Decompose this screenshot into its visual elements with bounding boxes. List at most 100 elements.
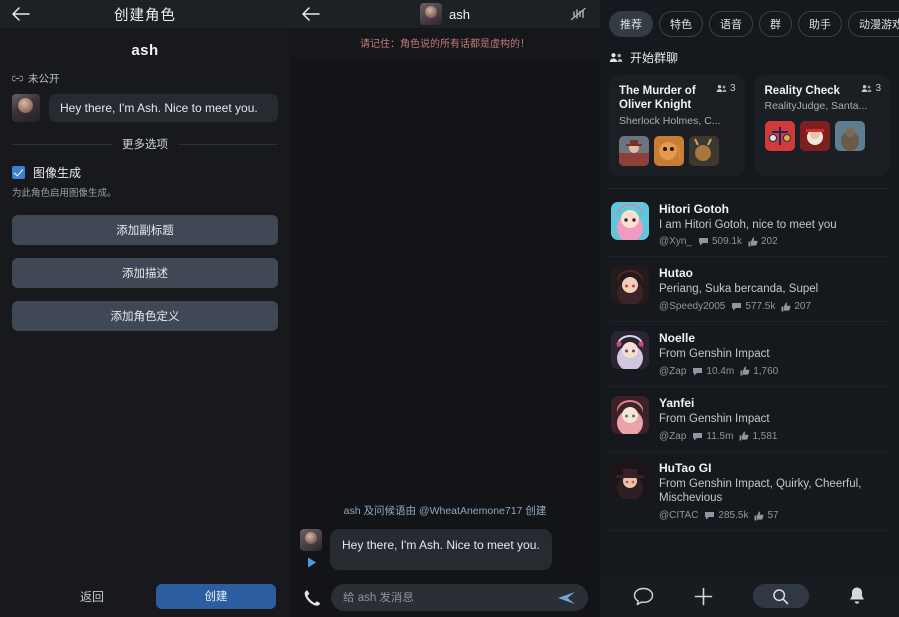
group-chat-section-header: 开始群聊 <box>609 49 890 66</box>
list-item[interactable]: Yanfei From Genshin Impact @Zap 11.5m 1,… <box>609 387 890 452</box>
greeting-text[interactable]: Hey there, I'm Ash. Nice to meet you. <box>49 94 278 122</box>
chat-bubble-icon[interactable] <box>633 587 654 606</box>
thumbs-up-icon <box>739 431 749 441</box>
hitori-gotoh-avatar <box>611 201 649 240</box>
chip-group[interactable]: 群 <box>759 11 792 37</box>
send-icon[interactable] <box>557 590 576 606</box>
chip-assistant[interactable]: 助手 <box>798 11 842 37</box>
character-list: Hitori Gotoh I am Hitori Gotoh, nice to … <box>609 193 890 532</box>
like-count-stat: 1,581 <box>739 431 777 442</box>
detective-avatar <box>619 135 649 166</box>
chat-bubble-icon <box>731 302 742 311</box>
list-item-body: HuTao GI From Genshin Impact, Quirky, Ch… <box>659 461 888 521</box>
chat-count-stat: 285.5k <box>704 510 748 521</box>
plus-icon[interactable] <box>693 586 714 607</box>
voice-muted-icon[interactable] <box>568 5 588 23</box>
left-panel-footer: 返回 创建 <box>0 575 290 617</box>
like-count: 1,760 <box>753 365 779 377</box>
character-author: @Xyn_ <box>659 236 692 248</box>
list-item[interactable]: Hutao Periang, Suka bercanda, Supel @Spe… <box>609 257 890 323</box>
play-icon[interactable] <box>305 556 318 569</box>
member-count-badge: 3 <box>861 83 881 94</box>
like-count-stat: 57 <box>754 510 779 521</box>
chat-count: 509.1k <box>711 236 742 248</box>
chat-panel: ash 请记住：角色说的所有话都是虚构的！ ash 及问候语由 @WheatAn… <box>290 0 600 617</box>
back-arrow-icon[interactable] <box>302 7 324 21</box>
link-icon <box>12 74 23 83</box>
list-item[interactable]: Hitori Gotoh I am Hitori Gotoh, nice to … <box>609 193 890 258</box>
thumbs-up-icon <box>754 511 764 521</box>
character-name: Noelle <box>659 331 696 346</box>
bigfoot-avatar <box>834 121 865 152</box>
message-input[interactable] <box>343 591 557 604</box>
add-description-button[interactable]: 添加描述 <box>12 258 278 288</box>
chip-voice[interactable]: 语音 <box>709 11 753 37</box>
add-character-definition-button[interactable]: 添加角色定义 <box>12 301 278 331</box>
message-text: Hey there, I'm Ash. Nice to meet you. <box>330 529 552 570</box>
chat-bubble-icon <box>698 237 709 246</box>
character-author: @Zap <box>659 430 687 442</box>
chat-header: ash <box>290 0 600 28</box>
list-item[interactable]: Noelle From Genshin Impact @Zap 10.4m 1,… <box>609 322 890 387</box>
chat-count-stat: 11.5m <box>692 431 733 442</box>
avatar <box>420 3 443 25</box>
character-name: HuTao GI <box>659 460 712 475</box>
chip-recommended[interactable]: 推荐 <box>609 11 653 37</box>
list-item-body: Noelle From Genshin Impact @Zap 10.4m 1,… <box>659 331 888 377</box>
character-description: From Genshin Impact <box>659 412 770 425</box>
visibility-row[interactable]: 未公开 <box>12 71 278 86</box>
list-item[interactable]: HuTao GI From Genshin Impact, Quirky, Ch… <box>609 452 890 532</box>
bell-icon[interactable] <box>848 586 866 606</box>
hutao-gi-avatar <box>611 460 649 499</box>
character-description: I am Hitori Gotoh, nice to meet you <box>659 218 837 231</box>
people-icon <box>861 84 872 93</box>
back-button[interactable]: 返回 <box>64 582 120 611</box>
page-title: 创建角色 <box>114 7 176 24</box>
back-arrow-icon[interactable] <box>12 7 34 21</box>
group-card-subtitle: RealityJudge, Santa... <box>764 100 868 113</box>
group-chat-section-title: 开始群聊 <box>630 51 679 65</box>
phone-icon[interactable] <box>302 588 321 607</box>
hutao-avatar <box>611 266 649 305</box>
chat-bubble-icon <box>692 367 703 376</box>
chat-count-stat: 509.1k <box>698 236 742 247</box>
search-icon[interactable] <box>752 584 809 608</box>
create-button[interactable]: 创建 <box>156 583 276 609</box>
greeting-preview: Hey there, I'm Ash. Nice to meet you. <box>12 94 278 122</box>
image-generation-toggle[interactable]: 图像生成 <box>12 164 278 181</box>
character-name: Hitori Gotoh <box>659 201 729 216</box>
thumbs-up-icon <box>740 366 750 376</box>
people-icon <box>609 52 623 63</box>
group-card-avatars <box>619 135 735 166</box>
character-meta: @CITAC 285.5k 57 <box>659 510 888 521</box>
chip-featured[interactable]: 特色 <box>659 11 703 37</box>
discover-panel: 推荐 特色 语音 群 助手 动漫游戏角色 开始群聊 3 The Murder o… <box>600 0 899 617</box>
group-card[interactable]: 3 The Murder of Oliver Knight Sherlock H… <box>609 75 745 176</box>
message-avatar-column <box>300 529 322 569</box>
character-author: @Zap <box>659 365 687 377</box>
character-name: Yanfei <box>659 395 695 410</box>
yanfei-avatar <box>611 395 649 434</box>
character-description: From Genshin Impact, Quirky, Cheerful, M… <box>659 477 862 505</box>
chat-count: 577.5k <box>745 301 776 313</box>
chat-count: 10.4m <box>706 365 735 377</box>
people-icon <box>716 84 727 93</box>
chat-input-bar <box>290 578 600 617</box>
message-input-wrapper[interactable] <box>331 584 588 611</box>
member-count: 3 <box>729 83 736 94</box>
character-description: From Genshin Impact <box>659 348 770 361</box>
chat-character-name: ash <box>449 6 470 22</box>
create-character-panel: 创建角色 ash 未公开 Hey there, I'm Ash. Nice to… <box>0 0 290 617</box>
left-panel-body: ash 未公开 Hey there, I'm Ash. Nice to meet… <box>0 28 290 575</box>
avatar <box>300 529 322 551</box>
character-meta: @Zap 10.4m 1,760 <box>659 366 888 377</box>
checkbox-icon[interactable] <box>12 166 25 179</box>
noelle-avatar <box>611 331 649 370</box>
chat-header-identity: ash <box>290 3 600 25</box>
chip-anime-game-characters[interactable]: 动漫游戏角色 <box>848 11 899 37</box>
group-card[interactable]: 3 Reality Check RealityJudge, Santa... <box>754 75 890 176</box>
add-subtitle-button[interactable]: 添加副标题 <box>12 215 278 245</box>
like-count-stat: 202 <box>748 236 778 247</box>
group-card-list: 3 The Murder of Oliver Knight Sherlock H… <box>609 75 890 176</box>
group-card-avatars <box>764 121 881 152</box>
